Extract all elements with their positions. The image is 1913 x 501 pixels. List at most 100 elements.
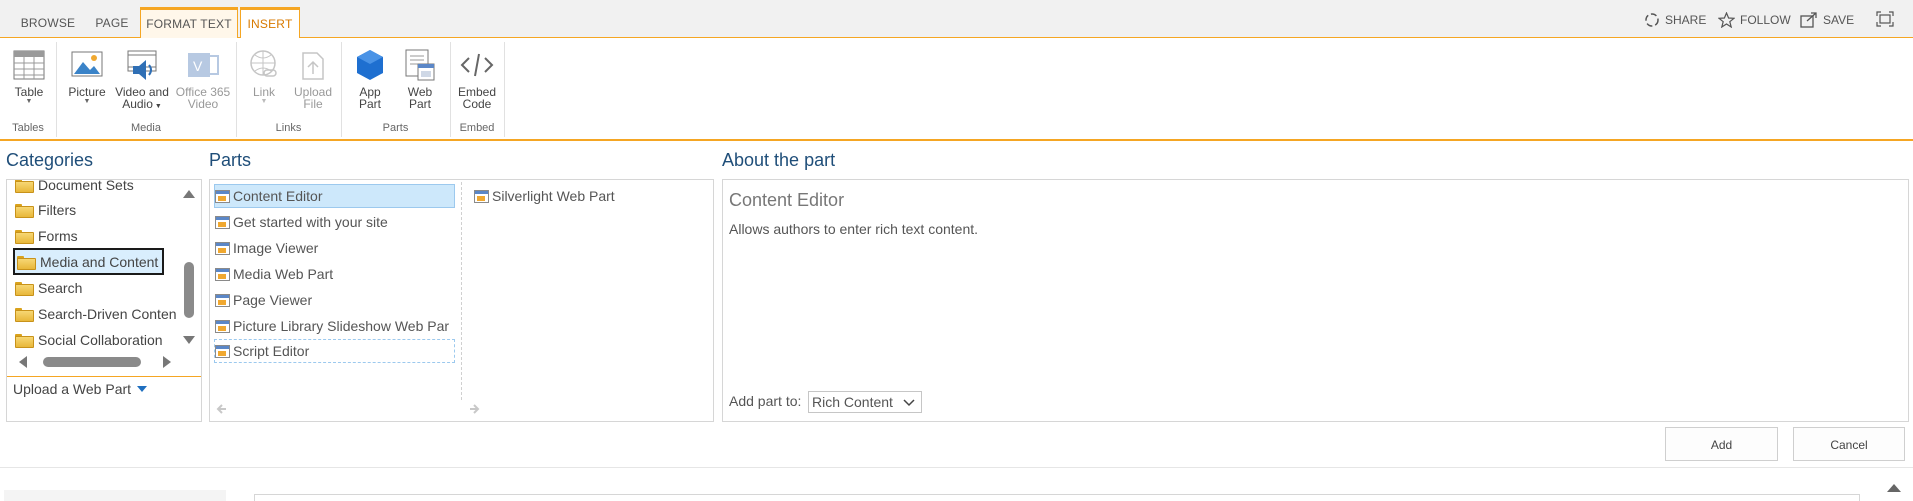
about-part-description: Allows authors to enter rich text conten… bbox=[729, 221, 979, 237]
category-label: Media and Content bbox=[40, 253, 159, 270]
web-part-icon bbox=[215, 189, 230, 203]
share-button[interactable]: SHARE bbox=[1644, 12, 1706, 28]
category-forms[interactable]: Forms bbox=[15, 224, 78, 248]
categories-horizontal-scrollbar[interactable] bbox=[15, 354, 175, 370]
cancel-button[interactable]: Cancel bbox=[1793, 427, 1905, 461]
web-part-icon bbox=[405, 49, 435, 81]
app-part-button[interactable]: App Part bbox=[350, 48, 390, 110]
parts-column-divider bbox=[461, 182, 462, 400]
apppart-label-line2: Part bbox=[358, 97, 381, 111]
upload-file-button[interactable]: Upload File bbox=[290, 48, 336, 110]
part-content-editor[interactable]: Content Editor bbox=[214, 184, 455, 208]
category-search[interactable]: Search bbox=[15, 276, 82, 300]
parts-next-page-arrow[interactable] bbox=[468, 402, 480, 420]
part-image-viewer[interactable]: Image Viewer bbox=[215, 236, 318, 260]
category-label: Search-Driven Conten bbox=[38, 306, 177, 322]
video-label-line2: Audio bbox=[122, 97, 153, 111]
globe-link-icon bbox=[250, 50, 277, 77]
group-label-links: Links bbox=[275, 122, 302, 134]
web-part-button[interactable]: Web Part bbox=[400, 48, 440, 110]
parts-prev-page-arrow[interactable] bbox=[216, 402, 228, 420]
share-icon bbox=[1645, 13, 1659, 27]
video-and-audio-button[interactable]: Video and Audio ▼ bbox=[112, 48, 172, 113]
add-part-to-value: Rich Content bbox=[812, 394, 893, 410]
part-media-web-part[interactable]: Media Web Part bbox=[215, 262, 333, 286]
part-script-editor[interactable]: Script Editor bbox=[214, 339, 455, 363]
web-part-icon bbox=[215, 293, 230, 307]
chevron-down-icon: ▼ bbox=[25, 98, 33, 105]
category-filters[interactable]: Filters bbox=[15, 198, 76, 222]
category-label: Filters bbox=[38, 202, 77, 218]
save-label: SAVE bbox=[1823, 13, 1855, 27]
scrollbar-graphic bbox=[183, 190, 195, 344]
star-icon bbox=[1718, 12, 1735, 28]
category-document-sets[interactable]: Document Sets bbox=[15, 180, 134, 197]
part-label: Script Editor bbox=[233, 343, 310, 359]
part-label: Image Viewer bbox=[233, 240, 319, 256]
part-label: Get started with your site bbox=[233, 214, 388, 230]
about-title: About the part bbox=[722, 150, 836, 170]
embed-code-button[interactable]: Embed Code bbox=[456, 48, 498, 110]
link-button[interactable]: Link ▼ bbox=[244, 48, 284, 106]
category-label: Search bbox=[38, 280, 83, 296]
tab-browse[interactable]: BROWSE bbox=[12, 7, 84, 38]
part-picture-library-slideshow[interactable]: Picture Library Slideshow Web Par bbox=[215, 314, 459, 338]
webpart-label-line2: Part bbox=[408, 97, 431, 111]
page-content-area bbox=[254, 494, 1860, 501]
arrow-up-icon bbox=[1887, 484, 1901, 492]
save-button[interactable]: SAVE bbox=[1800, 12, 1854, 28]
add-button[interactable]: Add bbox=[1665, 427, 1778, 461]
web-part-icon bbox=[215, 215, 230, 229]
category-label: Document Sets bbox=[38, 180, 134, 193]
page-scroll-up-arrow[interactable] bbox=[1886, 480, 1902, 498]
category-search-driven-content[interactable]: Search-Driven Conten bbox=[15, 302, 177, 326]
table-label: Table bbox=[14, 85, 44, 99]
tab-insert[interactable]: INSERT bbox=[240, 7, 300, 39]
part-label: Media Web Part bbox=[233, 266, 334, 282]
table-button[interactable]: Table ▼ bbox=[10, 48, 48, 106]
tab-page[interactable]: PAGE bbox=[88, 7, 136, 38]
save-icon bbox=[1800, 12, 1817, 28]
category-media-and-content[interactable]: Media and Content bbox=[13, 248, 165, 275]
upload-web-part-label: Upload a Web Part bbox=[13, 381, 132, 397]
categories-list: Document Sets Filters Forms Media and Co… bbox=[7, 180, 177, 376]
parts-title: Parts bbox=[209, 150, 252, 170]
part-label: Content Editor bbox=[233, 188, 323, 204]
group-label-tables: Tables bbox=[12, 122, 44, 134]
chevron-down-icon: ▼ bbox=[83, 98, 91, 105]
picture-label: Picture bbox=[68, 85, 106, 99]
focus-on-content-button[interactable] bbox=[1876, 11, 1894, 27]
tab-format-text[interactable]: FORMAT TEXT bbox=[140, 7, 238, 38]
chevron-down-icon: ▼ bbox=[260, 98, 268, 105]
embed-code-icon bbox=[460, 53, 494, 77]
categories-vertical-scrollbar[interactable] bbox=[181, 184, 197, 374]
add-part-to-select[interactable]: Rich Content bbox=[808, 391, 922, 413]
part-page-viewer[interactable]: Page Viewer bbox=[215, 288, 312, 312]
arrow-left-icon bbox=[216, 404, 226, 414]
follow-button[interactable]: FOLLOW bbox=[1718, 12, 1791, 28]
folder-icon bbox=[15, 180, 34, 193]
ribbon-tab-strip: BROWSE PAGE FORMAT TEXT INSERT SHARE FOL… bbox=[0, 0, 1913, 39]
upload-web-part-link[interactable]: Upload a Web Part bbox=[13, 381, 148, 397]
web-part-icon bbox=[215, 319, 230, 333]
web-part-icon bbox=[215, 344, 230, 358]
category-social-collaboration[interactable]: Social Collaboration bbox=[15, 328, 163, 352]
folder-icon bbox=[15, 334, 34, 348]
dropdown-arrow-icon bbox=[137, 386, 148, 392]
part-silverlight-web-part[interactable]: Silverlight Web Part bbox=[474, 184, 615, 208]
svg-text:V: V bbox=[193, 58, 203, 74]
about-panel: Content Editor Allows authors to enter r… bbox=[722, 179, 1909, 422]
picture-icon bbox=[71, 51, 103, 77]
upload-label-line2: File bbox=[303, 97, 323, 111]
categories-panel: Document Sets Filters Forms Media and Co… bbox=[6, 179, 202, 422]
categories-title: Categories bbox=[6, 150, 94, 170]
folder-icon bbox=[15, 230, 34, 244]
office-365-video-button[interactable]: V Office 365 Video bbox=[174, 48, 232, 110]
part-get-started[interactable]: Get started with your site bbox=[215, 210, 388, 234]
picture-button[interactable]: Picture ▼ bbox=[66, 48, 108, 106]
group-label-parts: Parts bbox=[382, 122, 409, 134]
page-left-nav-area bbox=[4, 490, 226, 501]
category-label: Social Collaboration bbox=[38, 332, 163, 348]
part-label: Silverlight Web Part bbox=[492, 188, 615, 204]
arrow-right-icon bbox=[470, 404, 480, 414]
